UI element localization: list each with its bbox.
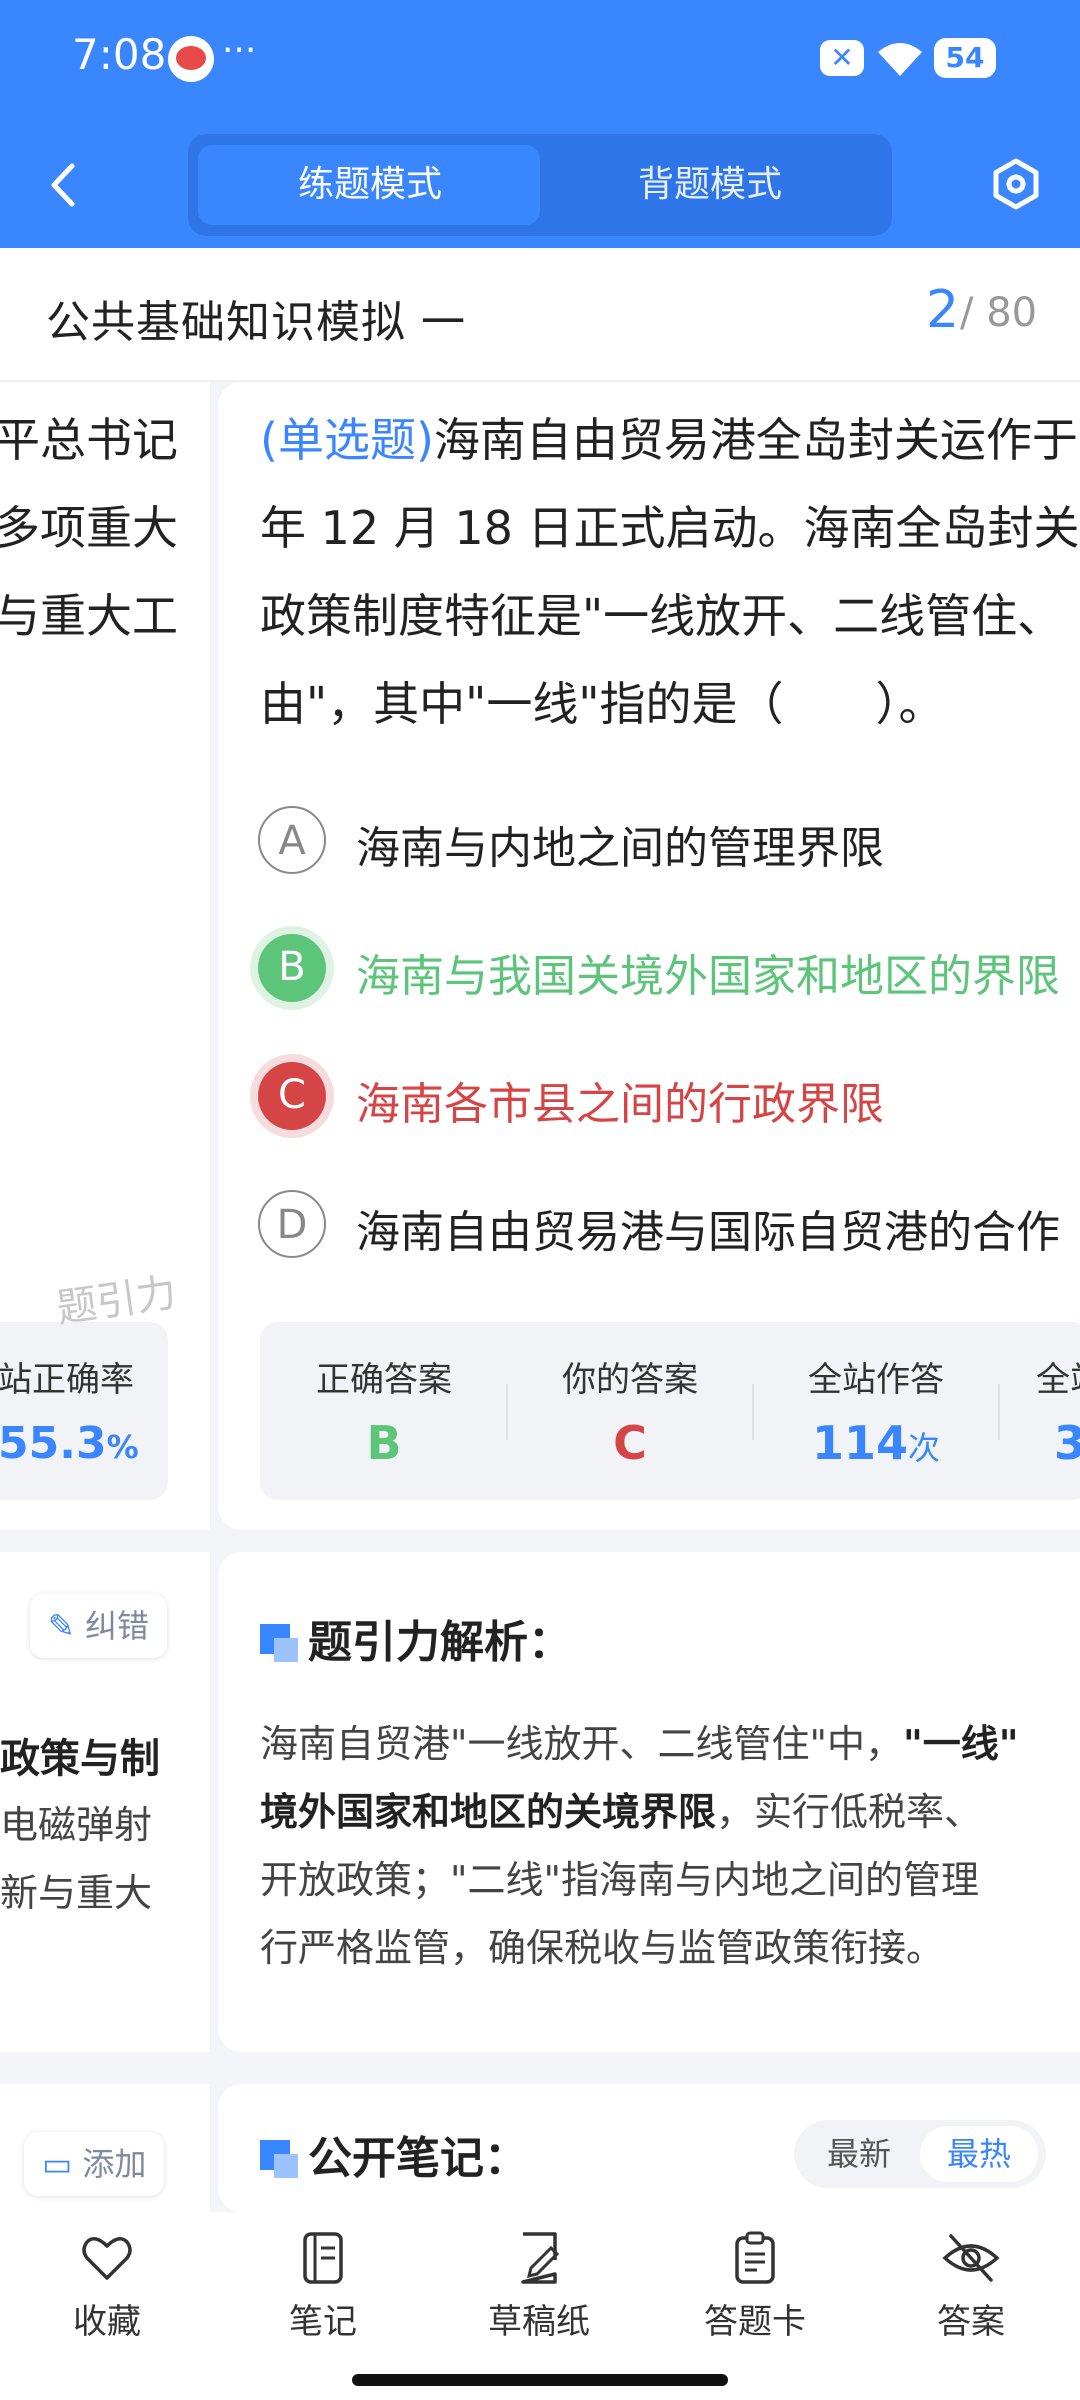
total-answers-label: 全站作答: [808, 1360, 944, 1400]
public-notes-title: 公开笔记：: [308, 2133, 528, 2184]
home-indicator[interactable]: [352, 2374, 728, 2386]
option-a[interactable]: A 海南与内地之间的管理界限: [258, 796, 1078, 886]
prev-analysis-line: 电磁弹射: [0, 1803, 153, 1847]
correct-answer-value: B: [366, 1416, 402, 1470]
question-current-number: 2: [926, 280, 960, 340]
edit-icon: ✎: [48, 1607, 75, 1645]
eye-off-icon: [942, 2234, 1000, 2282]
option-d[interactable]: D 海南自由贸易港与国际自贸港的合作: [258, 1180, 1078, 1270]
question-line-2: 年 12 月 18 日正式启动。海南全岛封关: [260, 501, 1080, 555]
section-marker-icon: [274, 1638, 298, 1662]
exam-title: 公共基础知识模拟 一: [46, 297, 466, 348]
your-answer-label: 你的答案: [562, 1360, 698, 1400]
mode-switch: 练题模式 背题模式: [188, 134, 892, 236]
option-text: 海南与内地之间的管理界限: [356, 823, 884, 874]
question-line-4: 由"，其中"一线"指的是（ ）。: [260, 677, 945, 731]
nav-label: 答案: [937, 2302, 1005, 2342]
notebook-icon: [303, 2232, 343, 2284]
prev-question-card: 平总书记 多项重大 与重大工 站正确率 55.3%: [0, 382, 210, 1530]
option-text: 海南自由贸易港与国际自贸港的合作: [356, 1207, 1060, 1258]
sort-latest[interactable]: 最新: [802, 2120, 916, 2188]
exam-title-bar: 公共基础知识模拟 一 2 / 80: [0, 248, 1080, 382]
prev-stat-label: 站正确率: [0, 1360, 134, 1400]
tab-recite-mode[interactable]: 背题模式: [540, 134, 880, 236]
total-answers-value: 114次: [811, 1416, 941, 1470]
prev-question-line: 多项重大: [0, 501, 178, 555]
sim-icon: ✕: [820, 40, 864, 76]
nav-answer-sheet[interactable]: 答题卡: [680, 2230, 830, 2343]
tab-practice-mode[interactable]: 练题模式: [200, 134, 540, 236]
nav-label: 答题卡: [704, 2302, 806, 2342]
settings-icon[interactable]: [990, 158, 1042, 210]
prev-analysis-line: 政策与制: [0, 1736, 160, 1782]
stats-divider: [998, 1384, 1000, 1440]
accuracy-value: 3: [1054, 1416, 1080, 1470]
question-line-3: 政策制度特征是"一线放开、二线管住、: [260, 589, 1064, 643]
prev-question-line: 平总书记: [0, 413, 178, 467]
option-text: 海南与我国关境外国家和地区的界限: [356, 951, 1060, 1002]
option-c[interactable]: C 海南各市县之间的行政界限: [258, 1052, 1078, 1142]
option-b[interactable]: B 海南与我国关境外国家和地区的界限: [258, 924, 1078, 1014]
correct-error-label: 纠错: [84, 1607, 149, 1645]
nav-answer[interactable]: 答案: [896, 2230, 1046, 2343]
question-content[interactable]: 平总书记 多项重大 与重大工 站正确率 55.3% ✎ 纠错 政策与制 电磁弹射…: [0, 382, 1080, 2212]
back-icon[interactable]: [46, 160, 80, 210]
status-more: ···: [222, 30, 257, 71]
battery-level: 54: [945, 41, 985, 74]
add-note-label: 添加: [82, 2145, 147, 2183]
bottom-nav: 收藏 笔记 草稿纸 答题卡 答案: [0, 2212, 1080, 2400]
prev-analysis-line: 新与重大: [0, 1871, 153, 1915]
comment-icon: ▭: [42, 2145, 73, 2183]
question-type: (单选题): [260, 413, 434, 467]
stats-divider: [752, 1384, 754, 1440]
correct-answer-label: 正确答案: [316, 1360, 452, 1400]
app-notification-icon: [168, 36, 214, 82]
stats-divider: [506, 1384, 508, 1440]
public-notes-card: 公开笔记： 最新 最热: [218, 2084, 1080, 2212]
add-note-button[interactable]: ▭ 添加: [24, 2132, 165, 2196]
option-letter: A: [258, 806, 326, 874]
accuracy-label: 全站: [1036, 1360, 1080, 1400]
analysis-line-2: 境外国家和地区的关境界限，实行低税率、: [260, 1790, 983, 1834]
option-text: 海南各市县之间的行政界限: [356, 1079, 884, 1130]
question-line-1: (单选题)海南自由贸易港全岛封关运作于: [260, 413, 1078, 467]
your-answer-value: C: [613, 1416, 647, 1470]
heart-icon: [82, 2237, 132, 2280]
prev-stats-box: 站正确率 55.3%: [0, 1322, 168, 1500]
nav-favorite[interactable]: 收藏: [32, 2230, 182, 2343]
prev-analysis-card: ✎ 纠错 政策与制 电磁弹射 新与重大: [0, 1552, 210, 2052]
section-marker-icon: [274, 2154, 298, 2178]
question-total: / 80: [960, 290, 1038, 336]
analysis-title: 题引力解析：: [308, 1617, 572, 1668]
nav-label: 笔记: [289, 2302, 357, 2342]
prev-question-line: 与重大工: [0, 589, 178, 643]
nav-notes[interactable]: 笔记: [248, 2230, 398, 2343]
status-time: 7:08: [72, 30, 167, 79]
analysis-card: 题引力解析： 海南自贸港"一线放开、二线管住"中，"一线" 境外国家和地区的关境…: [218, 1552, 1080, 2052]
correct-error-button[interactable]: ✎ 纠错: [30, 1594, 167, 1658]
analysis-line-3: 开放政策；"二线"指海南与内地之间的管理: [260, 1858, 979, 1902]
sort-hot[interactable]: 最热: [920, 2126, 1038, 2182]
option-letter: C: [258, 1062, 326, 1130]
analysis-line-4: 行严格监管，确保税收与监管政策衔接。: [260, 1926, 945, 1970]
draft-icon: [521, 2232, 560, 2284]
prev-stat-value: 55.3%: [0, 1418, 139, 1469]
wifi-icon: [878, 43, 922, 76]
nav-label: 草稿纸: [488, 2302, 590, 2342]
option-letter: D: [258, 1190, 326, 1258]
battery-icon: 54: [934, 38, 996, 78]
option-letter: B: [258, 934, 326, 1002]
answer-stats-box: 正确答案 B 你的答案 C 全站作答 114次 全站 3: [260, 1322, 1080, 1500]
app-header: 7:08 ··· ✕ 54 练题模式 背题模式: [0, 0, 1080, 248]
nav-label: 收藏: [73, 2302, 141, 2342]
nav-draft[interactable]: 草稿纸: [464, 2230, 614, 2343]
analysis-line-1: 海南自贸港"一线放开、二线管住"中，"一线": [260, 1722, 1019, 1766]
answer-sheet-icon: [735, 2231, 775, 2284]
notes-sort-switch: 最新 最热: [794, 2120, 1046, 2188]
prev-notes-card: ▭ 添加: [0, 2084, 210, 2212]
question-card: (单选题)海南自由贸易港全岛封关运作于 年 12 月 18 日正式启动。海南全岛…: [218, 382, 1080, 1530]
